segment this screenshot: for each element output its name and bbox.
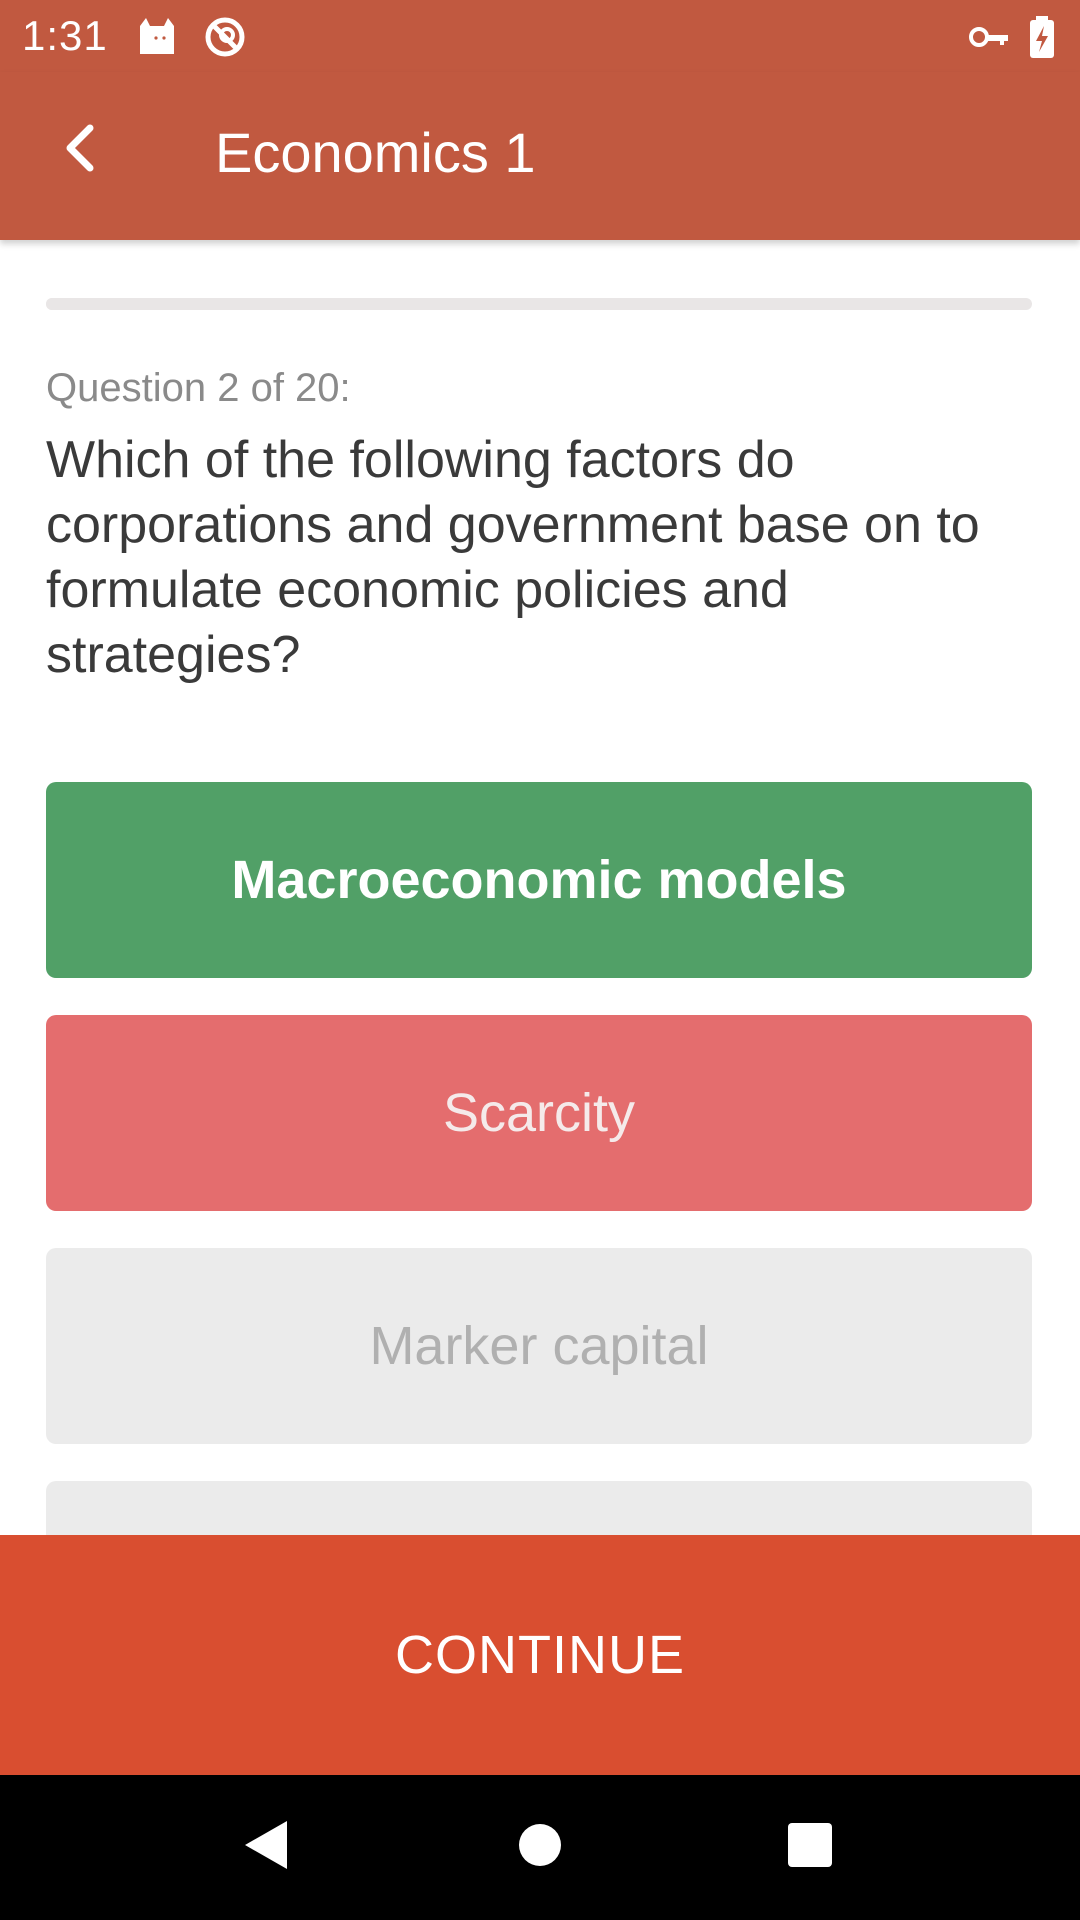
answer-label: Scarcity <box>442 1083 636 1143</box>
answer-option-correct[interactable]: Macroeconomic models <box>46 782 1032 978</box>
continue-button[interactable]: CONTINUE <box>0 1535 1080 1775</box>
app-bar: Economics 1 <box>0 72 1080 240</box>
system-nav-bar <box>0 1775 1080 1920</box>
question-counter: Question 2 of 20: <box>46 366 351 410</box>
back-triangle-icon <box>241 1817 291 1878</box>
nav-back-button[interactable] <box>196 1775 336 1920</box>
continue-label: CONTINUE <box>395 1625 685 1685</box>
answer-option[interactable]: Marker capital <box>46 1248 1032 1444</box>
question-text: Which of the following factors do corpor… <box>46 431 980 684</box>
answer-option-wrong[interactable]: Scarcity <box>46 1015 1032 1211</box>
home-circle-icon <box>517 1822 563 1873</box>
recents-square-icon <box>787 1822 833 1873</box>
quiz-progress-bar <box>46 298 1032 310</box>
battery-charging-icon <box>1022 14 1062 60</box>
nav-recents-button[interactable] <box>740 1775 880 1920</box>
status-time: 1:31 <box>22 12 108 59</box>
nav-home-button[interactable] <box>470 1775 610 1920</box>
page-title: Economics 1 <box>215 121 536 184</box>
cat-notification-icon <box>134 14 180 60</box>
status-bar: 1:31 <box>0 0 1080 72</box>
chevron-left-icon <box>60 122 100 179</box>
answer-label: Macroeconomic models <box>231 850 847 910</box>
back-button[interactable] <box>44 108 116 192</box>
quiz-progress-fill <box>46 298 96 310</box>
no-sync-icon <box>202 14 248 60</box>
vpn-key-icon <box>966 14 1012 60</box>
answer-label: Marker capital <box>369 1316 709 1376</box>
